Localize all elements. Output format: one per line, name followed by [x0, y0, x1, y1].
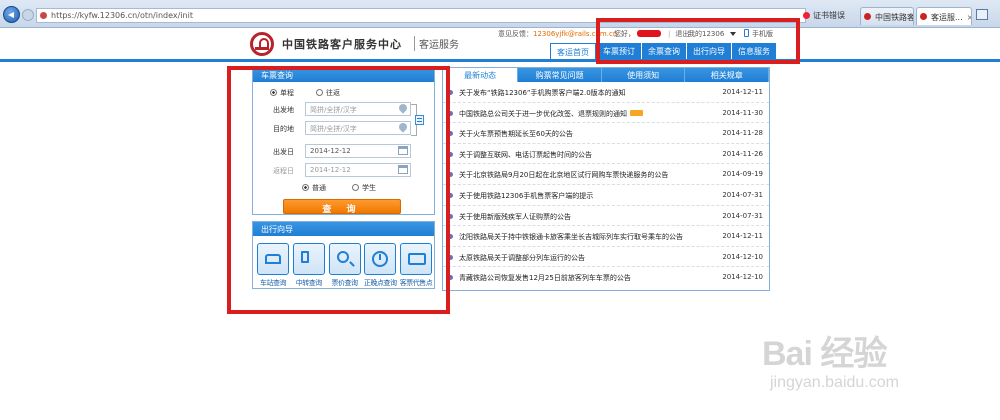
shield-icon	[803, 12, 810, 19]
news-list: 关于发布“铁路12306”手机购票客户端2.0版本的通知 2014-12-11 中…	[443, 82, 769, 288]
news-item[interactable]: 沈阳铁路局关于持中铁银通卡旅客乘坐长吉城际列车实行取号乘车的公告 2014-12-…	[443, 226, 769, 247]
news-item[interactable]: 关于火车票预售期延长至60天的公告 2014-11-28	[443, 123, 769, 144]
highlight-box-query-panel	[227, 66, 450, 314]
tab-regulations[interactable]: 相关规章	[685, 68, 769, 82]
news-item[interactable]: 关于调整互联网、电话订票起售时间的公告 2014-11-26	[443, 144, 769, 165]
highlight-box-user-area	[596, 18, 800, 64]
news-tabs: 最新动态 购票常见问题 使用须知 相关规章	[443, 68, 769, 82]
brand-subtitle: 客运服务	[414, 36, 459, 51]
news-item[interactable]: 关于使用新版残疾军人证购票的公告 2014-07-31	[443, 206, 769, 227]
close-tab-icon[interactable]: ×	[967, 13, 971, 22]
header-divider	[0, 59, 1000, 62]
news-item[interactable]: 关于北京铁路局9月20日起在北京地区试行网购车票快递服务的公告 2014-09-1…	[443, 164, 769, 185]
certificate-error-button[interactable]: 证书错误	[803, 10, 845, 21]
news-item[interactable]: 关于发布“铁路12306”手机购票客户端2.0版本的通知 2014-12-11	[443, 82, 769, 103]
new-badge-icon	[630, 109, 643, 116]
browser-tab-2[interactable]: 客运服...×	[916, 7, 972, 25]
browser-toolbar: https://kyfw.12306.cn/otn/index/init 证书错…	[0, 0, 1000, 28]
brand-title[interactable]: 中国铁路客户服务中心	[282, 36, 402, 52]
baidu-watermark-logo: Bai 经验	[762, 335, 887, 373]
news-item[interactable]: 关于使用铁路12306手机售票客户端的提示 2014-07-31	[443, 185, 769, 206]
news-item[interactable]: 太原铁路局关于调整部分列车运行的公告 2014-12-10	[443, 247, 769, 268]
baidu-watermark-url: jingyan.baidu.com	[770, 374, 899, 391]
browser-tab-1[interactable]: 中国铁路客户服...	[860, 7, 914, 25]
address-url: https://kyfw.12306.cn/otn/index/init	[51, 11, 193, 20]
tab-faq[interactable]: 购票常见问题	[518, 68, 602, 82]
news-panel: 最新动态 购票常见问题 使用须知 相关规章 关于发布“铁路12306”手机购票客…	[442, 67, 770, 291]
news-item[interactable]: 中国铁路总公司关于进一步优化改签、退票规则的通知 2014-11-30	[443, 103, 769, 124]
tab-usage-notes[interactable]: 使用须知	[602, 68, 686, 82]
home-icon[interactable]	[976, 9, 988, 20]
security-warning-icon	[40, 12, 47, 19]
news-item[interactable]: 青藏铁路公司恢复发售12月25日前旅客列车车票的公告 2014-12-10	[443, 267, 769, 288]
nav-home[interactable]: 客运首页	[550, 43, 596, 59]
back-arrow-icon[interactable]	[3, 6, 20, 23]
forward-arrow-icon[interactable]	[22, 9, 34, 21]
tab-latest[interactable]: 最新动态	[443, 68, 519, 82]
railway-logo-icon[interactable]	[250, 32, 274, 56]
